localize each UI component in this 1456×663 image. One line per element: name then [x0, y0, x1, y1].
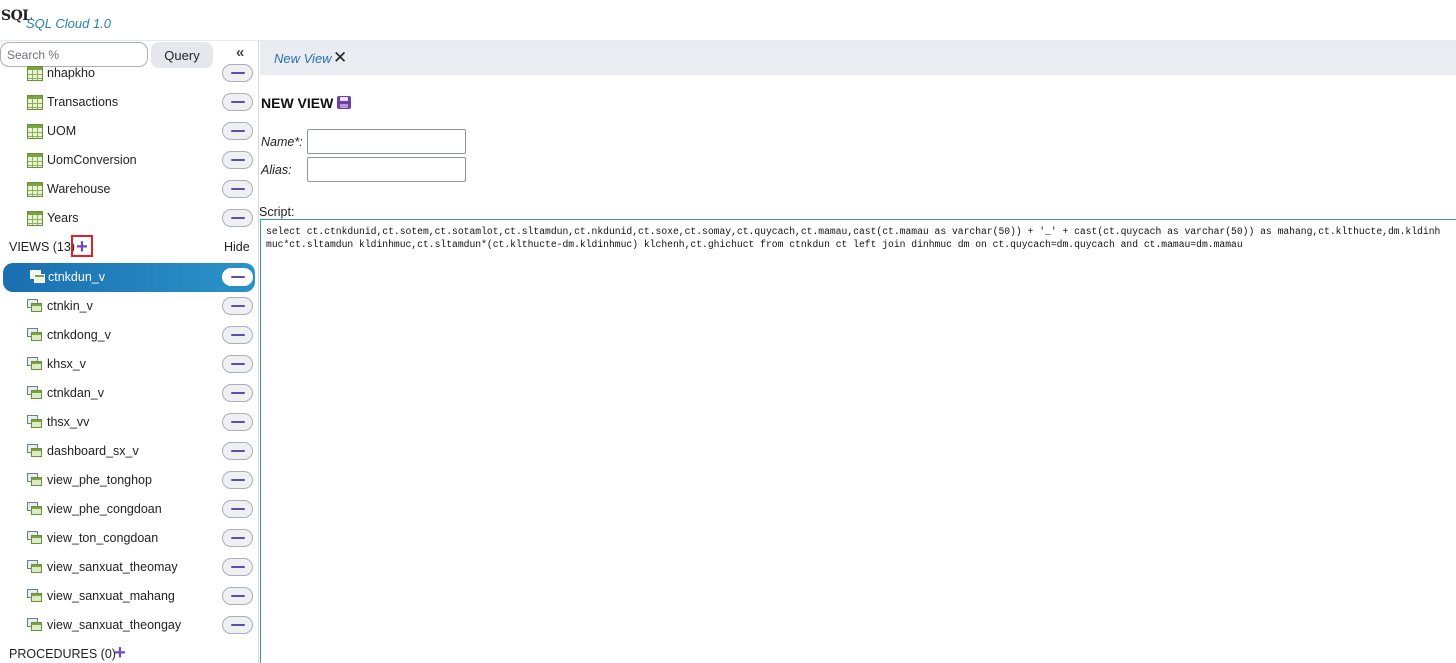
table-item[interactable]: nhapkho	[0, 59, 258, 88]
tab-bar: New View ✕	[260, 41, 1456, 75]
tree-item-label: view_phe_congdoan	[47, 502, 162, 516]
remove-view-button[interactable]	[222, 471, 253, 489]
tree-item-label: ctnkdun_v	[48, 270, 105, 284]
tree-item-label: view_sanxuat_theomay	[47, 560, 178, 574]
tree-item-label: view_ton_congdoan	[47, 531, 159, 545]
table-icon	[27, 211, 43, 226]
view-item[interactable]: view_sanxuat_theomay	[0, 553, 258, 582]
tree-item-label: Transactions	[47, 95, 119, 109]
remove-view-button[interactable]	[222, 326, 253, 344]
remove-table-button[interactable]	[222, 209, 253, 227]
view-item[interactable]: dashboard_sx_v	[0, 437, 258, 466]
table-icon	[27, 153, 43, 168]
remove-view-button[interactable]	[222, 384, 253, 402]
view-item[interactable]: ctnkdan_v	[0, 379, 258, 408]
name-label: Name*:	[261, 135, 303, 149]
table-item[interactable]: Warehouse	[0, 175, 258, 204]
view-item[interactable]: ctnkdong_v	[0, 321, 258, 350]
tree-item-label: view_sanxuat_theongay	[47, 618, 182, 632]
app-header: SQL SQL Cloud 1.0	[0, 0, 1456, 41]
script-editor[interactable]: select ct.ctnkdunid,ct.sotem,ct.sotamlot…	[260, 219, 1456, 663]
tree-item-label: ctnkdan_v	[47, 386, 104, 400]
alias-field[interactable]	[307, 157, 466, 182]
remove-view-button[interactable]	[222, 500, 253, 518]
remove-table-button[interactable]	[222, 64, 253, 82]
procedures-section-header: PROCEDURES (0)	[9, 647, 116, 661]
view-item[interactable]: view_phe_congdoan	[0, 495, 258, 524]
tree-item-label: UOM	[47, 124, 77, 138]
view-item[interactable]: view_sanxuat_theongay	[0, 611, 258, 640]
tree-item-label: Warehouse	[47, 182, 111, 196]
tree-item-label: ctnkin_v	[47, 299, 93, 313]
remove-table-button[interactable]	[222, 122, 253, 140]
view-icon	[27, 560, 43, 575]
view-item[interactable]: view_phe_tonghop	[0, 466, 258, 495]
table-item[interactable]: Transactions	[0, 88, 258, 117]
view-item[interactable]: khsx_v	[0, 350, 258, 379]
alias-label: Alias:	[261, 163, 292, 177]
view-item[interactable]: ctnkin_v	[0, 292, 258, 321]
tree-item-label: UomConversion	[47, 153, 137, 167]
page-title: NEW VIEW	[261, 95, 334, 111]
remove-view-button[interactable]	[222, 529, 253, 547]
view-icon	[27, 444, 43, 459]
add-procedure-button[interactable]: +	[109, 643, 131, 663]
name-field[interactable]	[307, 129, 466, 154]
view-icon	[27, 473, 43, 488]
view-icon	[27, 299, 43, 314]
view-icon	[27, 531, 43, 546]
remove-view-button[interactable]	[222, 355, 253, 373]
remove-table-button[interactable]	[222, 93, 253, 111]
remove-table-button[interactable]	[222, 151, 253, 169]
table-item[interactable]: UomConversion	[0, 146, 258, 175]
script-label: Script:	[259, 205, 295, 219]
remove-view-button[interactable]	[222, 442, 253, 460]
tree-item-label: view_phe_tonghop	[47, 473, 152, 487]
remove-view-button[interactable]	[222, 413, 253, 431]
tree-item-label: Years	[47, 211, 79, 225]
remove-table-button[interactable]	[222, 180, 253, 198]
view-icon	[27, 618, 43, 633]
table-item[interactable]: Years	[0, 204, 258, 233]
sidebar: Query « nhapkhoTransactionsUOMUomConvers…	[0, 41, 259, 663]
tree-item-label: thsx_vv	[47, 415, 90, 429]
view-icon	[27, 415, 43, 430]
view-icon	[27, 357, 43, 372]
tree-item-label: khsx_v	[47, 357, 86, 371]
view-icon	[27, 386, 43, 401]
save-icon[interactable]	[337, 96, 351, 109]
table-icon	[27, 66, 43, 81]
remove-view-button[interactable]	[222, 297, 253, 315]
view-item[interactable]: view_sanxuat_mahang	[0, 582, 258, 611]
remove-view-button[interactable]	[222, 587, 253, 605]
close-tab-icon[interactable]: ✕	[333, 48, 347, 68]
tree-item-label: dashboard_sx_v	[47, 444, 139, 458]
hide-views-link[interactable]: Hide	[224, 240, 250, 254]
tab-new-view[interactable]: New View	[274, 51, 332, 66]
table-icon	[27, 124, 43, 139]
add-view-button[interactable]: +	[71, 235, 93, 257]
view-icon	[27, 589, 43, 604]
remove-view-button[interactable]	[222, 558, 253, 576]
view-icon	[30, 270, 46, 285]
remove-view-button[interactable]	[222, 268, 253, 286]
view-item[interactable]: view_ton_congdoan	[0, 524, 258, 553]
table-item[interactable]: UOM	[0, 117, 258, 146]
view-icon	[27, 328, 43, 343]
view-item[interactable]: ctnkdun_v	[3, 263, 255, 292]
views-section-header: VIEWS (13)	[9, 240, 75, 254]
tree-item-label: view_sanxuat_mahang	[47, 589, 175, 603]
table-icon	[27, 95, 43, 110]
remove-view-button[interactable]	[222, 616, 253, 634]
table-icon	[27, 182, 43, 197]
app-title: SQL Cloud 1.0	[26, 16, 112, 31]
tree-item-label: nhapkho	[47, 66, 95, 80]
script-text: select ct.ctnkdunid,ct.sotem,ct.sotamlot…	[266, 226, 1441, 250]
view-item[interactable]: thsx_vv	[0, 408, 258, 437]
tree-item-label: ctnkdong_v	[47, 328, 111, 342]
view-icon	[27, 502, 43, 517]
